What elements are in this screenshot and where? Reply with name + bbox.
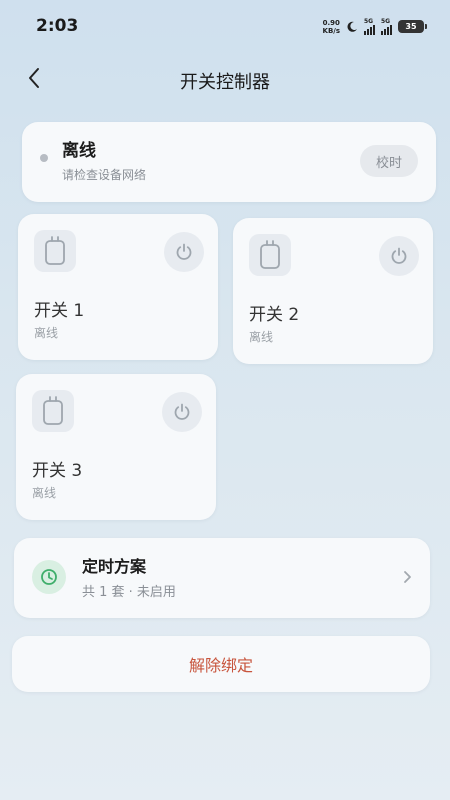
sim1-label: 5G	[364, 18, 374, 25]
status-bar: 2:03 0.90 KB/s 5G 5G 35	[0, 0, 450, 52]
offline-dot	[40, 154, 48, 162]
switch-card-1[interactable]: 开关 1 离线	[18, 214, 218, 360]
sync-time-button[interactable]: 校时	[360, 145, 418, 177]
page-title: 开关控制器	[180, 72, 270, 93]
switch-icon	[34, 230, 76, 272]
timer-plan-subtitle: 共 1 套 · 未启用	[82, 585, 176, 600]
status-icons: 0.90 KB/s 5G 5G 35	[323, 18, 427, 35]
signal-sim1-icon: 5G	[364, 18, 375, 35]
unbind-button[interactable]: 解除绑定	[12, 636, 430, 692]
switch-3-name: 开关 3	[32, 461, 83, 481]
clock-icon	[32, 560, 66, 594]
sim2-label: 5G	[381, 18, 391, 25]
network-speed-value: 0.90	[322, 18, 340, 27]
battery-icon: 35	[398, 20, 427, 33]
switch-2-name: 开关 2	[249, 305, 300, 325]
network-speed: 0.90 KB/s	[323, 19, 340, 35]
battery-level: 35	[405, 22, 417, 31]
switch-3-power-button[interactable]	[162, 392, 202, 432]
switch-2-power-button[interactable]	[379, 236, 419, 276]
switch-1-name: 开关 1	[34, 301, 85, 321]
header: 开关控制器	[0, 58, 450, 102]
switch-icon	[32, 390, 74, 432]
moon-icon	[347, 21, 357, 32]
device-status-card: 离线 请检查设备网络 校时	[22, 122, 436, 202]
chevron-right-icon	[404, 571, 411, 583]
network-speed-unit: KB/s	[322, 26, 340, 35]
power-icon	[174, 403, 190, 420]
switch-card-2[interactable]: 开关 2 离线	[233, 218, 433, 364]
timer-plan-title: 定时方案	[82, 557, 147, 576]
device-status-subtitle: 请检查设备网络	[62, 168, 147, 182]
switch-card-3[interactable]: 开关 3 离线	[16, 374, 216, 520]
power-icon	[176, 243, 192, 260]
switch-icon	[249, 234, 291, 276]
status-time: 2:03	[36, 16, 79, 36]
switch-3-state: 离线	[32, 486, 57, 500]
switch-2-state: 离线	[249, 330, 274, 344]
power-icon	[391, 247, 407, 264]
device-status-title: 离线	[62, 141, 96, 161]
signal-sim2-icon: 5G	[381, 18, 392, 35]
switch-1-power-button[interactable]	[164, 232, 204, 272]
switch-1-state: 离线	[34, 326, 59, 340]
timer-plan-card[interactable]: 定时方案 共 1 套 · 未启用	[14, 538, 430, 618]
